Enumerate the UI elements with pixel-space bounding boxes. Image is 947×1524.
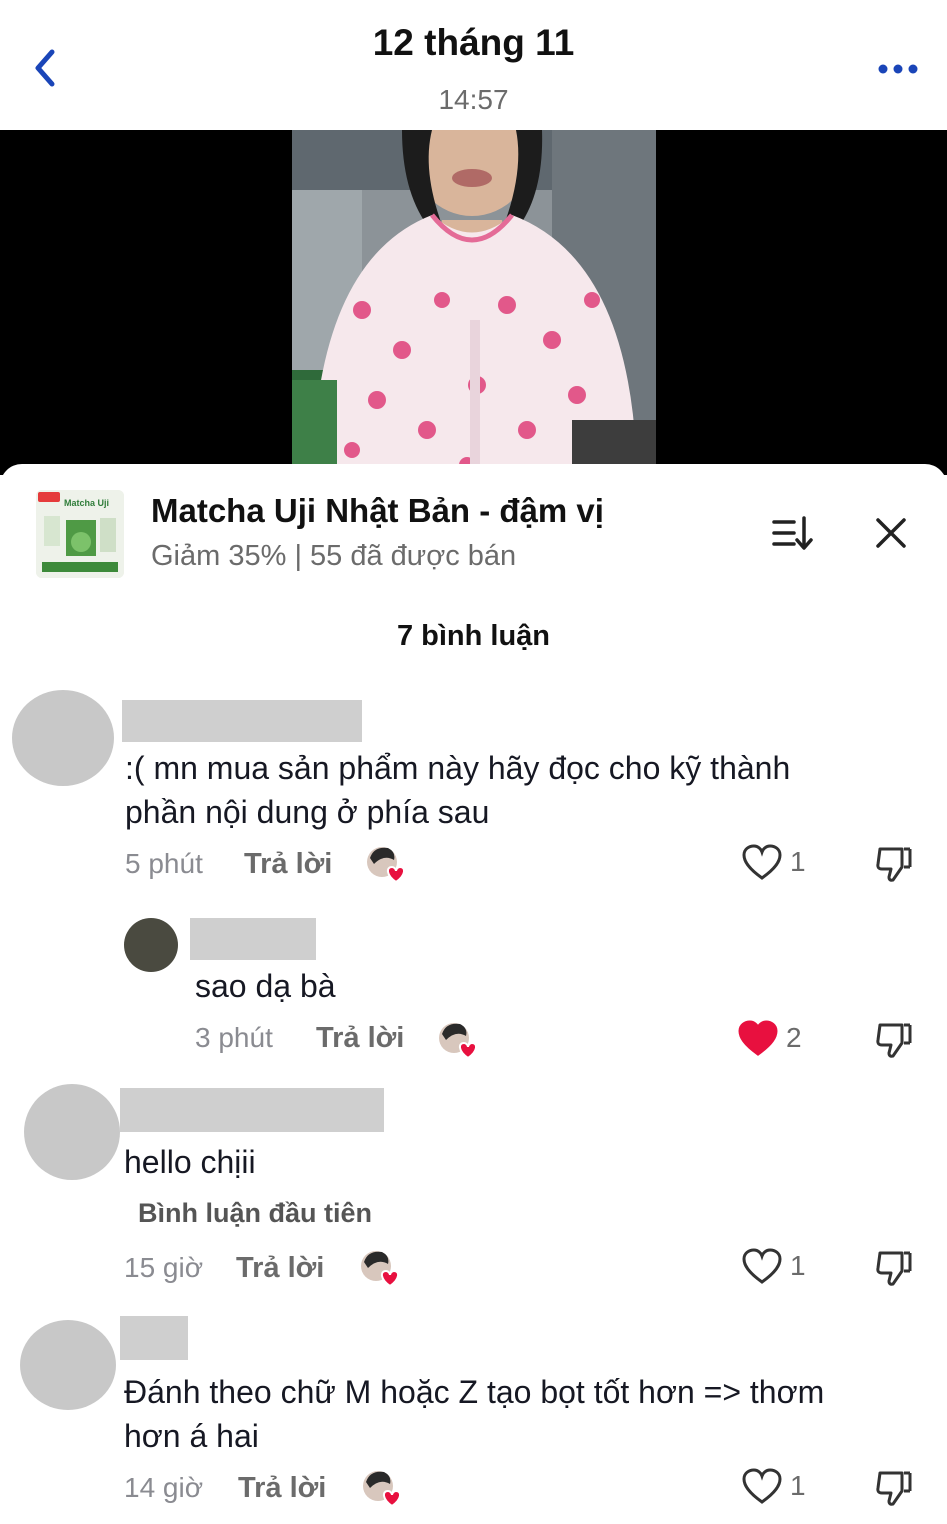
comment-time: 14 giờ [124,1472,204,1503]
creator-liked-avatar [436,1020,480,1060]
avatar[interactable] [20,1320,116,1410]
reply-button[interactable]: Trả lời [244,848,332,881]
dislike-icon [876,1471,912,1506]
creator-liked-avatar [358,1248,402,1288]
creator-heart-icon [367,847,406,884]
username-redacted[interactable] [190,918,316,960]
page-time: 14:57 [438,84,509,115]
username-redacted[interactable] [120,1316,188,1360]
dislike-button[interactable] [874,1248,914,1288]
comments-sheet: Matcha Uji Matcha Uji Nhật Bản - đậm vị … [0,464,947,1524]
reply-button[interactable]: Trả lời [238,1472,326,1505]
creator-liked-avatar [360,1468,404,1508]
avatar[interactable] [24,1084,120,1180]
comment-text: Đánh theo chữ M hoặc Z tạo bọt tốt hơn =… [124,1374,825,1410]
comment-count: 7 bình luận [396,620,551,652]
product-subtitle: Giảm 35% | 55 đã được bán [151,540,517,572]
sort-icon [772,516,813,550]
more-icon [878,64,918,74]
product-thumbnail[interactable]: Matcha Uji [36,490,124,578]
page-title: 12 tháng 11 [372,22,575,63]
sort-button[interactable] [770,514,814,554]
close-icon [876,518,906,548]
video-player[interactable] [0,130,947,475]
heart-filled-icon [738,1020,778,1056]
heart-icon [742,1468,782,1504]
product-image: Matcha Uji [36,490,124,578]
reply-button[interactable]: Trả lời [236,1252,324,1285]
svg-text:Matcha Uji: Matcha Uji [64,498,109,508]
comment-text-line2: hơn á hai [124,1418,259,1454]
dislike-button[interactable] [874,844,914,884]
top-bar: 12 tháng 11 14:57 [0,0,947,130]
like-count: 1 [790,1470,806,1501]
avatar[interactable] [124,918,178,972]
video-still [292,130,656,475]
like-button[interactable]: 1 [742,844,812,884]
username-redacted[interactable] [120,1088,384,1132]
creator-heart-icon [363,1471,402,1508]
comment-text: sao dạ bà [195,968,336,1004]
reply-button[interactable]: Trả lời [316,1022,404,1055]
more-options-button[interactable] [876,58,920,80]
like-count: 1 [790,846,806,877]
dislike-button[interactable] [874,1020,914,1060]
first-comment-badge: Bình luận đầu tiên [138,1198,372,1228]
dislike-icon [876,847,912,882]
dislike-icon [876,1023,912,1058]
heart-icon [742,844,782,880]
comment-time: 3 phút [195,1022,273,1053]
comment-text-line2: phần nội dung ở phía sau [125,794,490,830]
avatar[interactable] [12,690,114,786]
creator-liked-avatar [364,844,408,884]
creator-heart-icon [361,1251,400,1288]
comment-time: 5 phút [125,848,203,879]
close-button[interactable] [872,514,910,552]
like-button[interactable]: 2 [738,1020,808,1060]
like-count: 1 [790,1250,806,1281]
video-frame [292,130,656,475]
creator-heart-icon [439,1023,478,1060]
dislike-icon [876,1251,912,1286]
comment-time: 15 giờ [124,1252,204,1283]
like-button[interactable]: 1 [742,1248,812,1288]
heart-icon [742,1248,782,1284]
like-button[interactable]: 1 [742,1468,812,1508]
comment-text: hello chịii [124,1144,256,1180]
username-redacted[interactable] [122,700,362,742]
like-count: 2 [786,1022,802,1053]
product-name[interactable]: Matcha Uji Nhật Bản - đậm vị [151,492,604,530]
comment-text: :( mn mua sản phẩm này hãy đọc cho kỹ th… [125,750,791,786]
dislike-button[interactable] [874,1468,914,1508]
